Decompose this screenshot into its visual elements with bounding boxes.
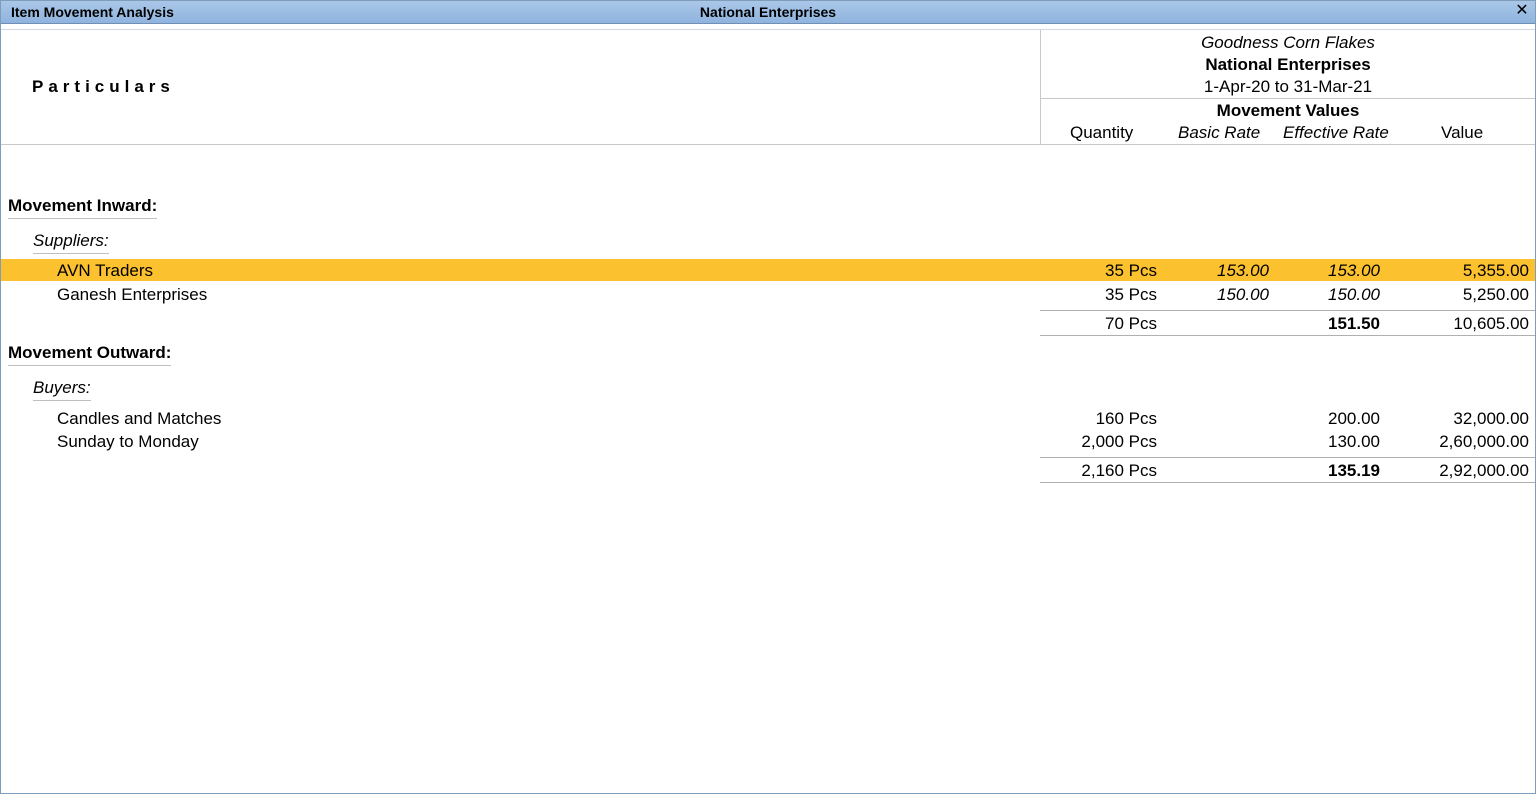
table-row[interactable]: Sunday to Monday 2,000 Pcs 130.00 2,60,0…	[1, 430, 1535, 452]
effective-rate-cell: 130.00	[1328, 432, 1380, 451]
quantity-cell: 2,000 Pcs	[1081, 432, 1157, 451]
table-row[interactable]: Candles and Matches 160 Pcs 200.00 32,00…	[1, 407, 1535, 429]
column-header-value: Value	[1441, 123, 1484, 142]
item-name: Goodness Corn Flakes	[1201, 33, 1375, 52]
close-icon[interactable]: ✕	[1513, 2, 1531, 20]
table-row[interactable]: Ganesh Enterprises 35 Pcs 150.00 150.00 …	[1, 283, 1535, 305]
effective-rate-cell: 150.00	[1328, 285, 1380, 304]
total-divider	[1040, 457, 1535, 458]
inward-total-row: 70 Pcs 151.50 10,605.00	[1, 312, 1535, 334]
company-title: National Enterprises	[699, 4, 837, 20]
header-top-divider	[1, 29, 1535, 30]
value-cell: 2,60,000.00	[1439, 432, 1529, 451]
header-divider	[1041, 98, 1535, 99]
value-cell: 5,355.00	[1462, 261, 1529, 280]
basic-rate-cell: 150.00	[1217, 285, 1269, 304]
column-header-basic-rate: Basic Rate	[1178, 123, 1261, 142]
total-effective-rate: 151.50	[1328, 314, 1380, 333]
report-period[interactable]: 1-Apr-20 to 31-Mar-21	[1041, 77, 1535, 97]
outward-total-row: 2,160 Pcs 135.19 2,92,000.00	[1, 459, 1535, 481]
total-underline	[1040, 335, 1535, 336]
total-value: 10,605.00	[1453, 314, 1529, 333]
total-quantity: 70 Pcs	[1105, 314, 1157, 333]
company-name: National Enterprises	[1205, 55, 1371, 74]
report-title: Item Movement Analysis	[11, 4, 174, 20]
quantity-cell: 35 Pcs	[1105, 285, 1157, 304]
report-window: Item Movement Analysis National Enterpri…	[0, 0, 1536, 794]
party-name: AVN Traders	[57, 261, 154, 280]
quantity-cell: 35 Pcs	[1105, 261, 1157, 280]
value-cell: 32,000.00	[1453, 409, 1529, 428]
value-cell: 5,250.00	[1462, 285, 1529, 304]
title-bar: Item Movement Analysis National Enterpri…	[1, 1, 1535, 24]
party-name: Ganesh Enterprises	[57, 285, 208, 304]
total-underline	[1040, 482, 1535, 483]
effective-rate-cell: 153.00	[1328, 261, 1380, 280]
total-effective-rate: 135.19	[1328, 461, 1380, 480]
party-name: Sunday to Monday	[57, 432, 199, 451]
total-quantity: 2,160 Pcs	[1081, 461, 1157, 480]
section-movement-outward: Movement Outward:	[8, 343, 172, 366]
header-bottom-divider	[1, 144, 1535, 145]
party-name: Candles and Matches	[57, 409, 222, 428]
basic-rate-cell: 153.00	[1217, 261, 1269, 280]
section-movement-inward: Movement Inward:	[8, 196, 158, 219]
quantity-cell: 160 Pcs	[1095, 409, 1157, 428]
column-header-effective-rate: Effective Rate	[1283, 123, 1389, 142]
total-divider	[1040, 310, 1535, 311]
effective-rate-cell: 200.00	[1328, 409, 1380, 428]
group-buyers: Buyers:	[33, 378, 91, 401]
particulars-heading: Particulars	[32, 77, 175, 96]
column-header-quantity: Quantity	[1070, 123, 1134, 142]
total-value: 2,92,000.00	[1439, 461, 1529, 480]
movement-values-heading: Movement Values	[1216, 101, 1360, 120]
group-suppliers: Suppliers:	[33, 231, 109, 254]
table-row[interactable]: AVN Traders 35 Pcs 153.00 153.00 5,355.0…	[1, 259, 1535, 281]
